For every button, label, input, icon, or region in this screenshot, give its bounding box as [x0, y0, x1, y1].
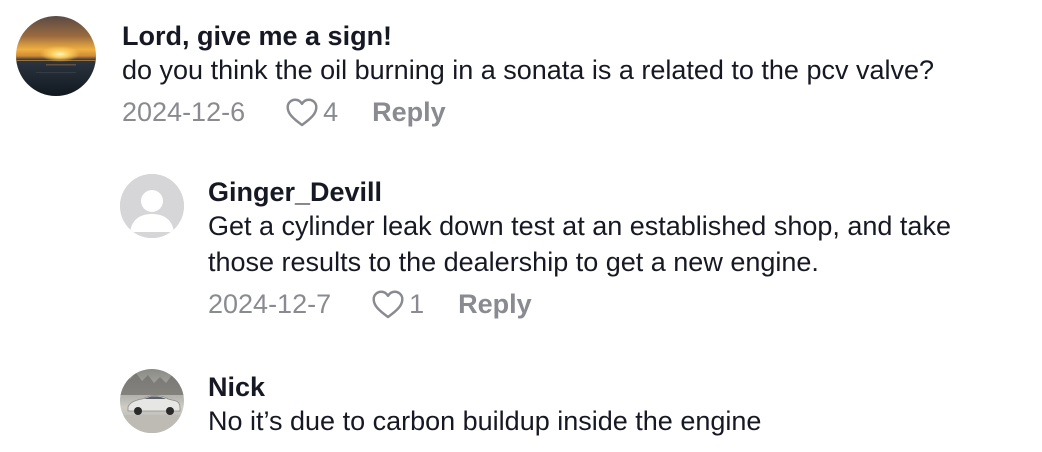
avatar[interactable] [16, 16, 96, 96]
sunset-avatar-icon [16, 16, 96, 96]
heart-icon [286, 98, 318, 127]
username[interactable]: Nick [208, 371, 761, 403]
default-user-icon [120, 174, 184, 238]
comment-text: do you think the oil burning in a sonata… [122, 55, 935, 85]
like-button[interactable]: 1 [371, 289, 424, 320]
comment-date: 2024-12-6 [122, 96, 246, 127]
username[interactable]: Lord, give me a sign! [122, 20, 934, 52]
username[interactable]: Ginger_Devill [208, 176, 951, 208]
comment-item: Lord, give me a sign! do you think the o… [16, 16, 934, 132]
comment-item: Nick No it’s due to carbon buildup insid… [120, 369, 761, 439]
car-avatar-icon [120, 369, 184, 433]
reply-button[interactable]: Reply [458, 289, 532, 320]
comment-meta: 2024-12-7 1 Reply [208, 284, 951, 324]
comment-item: Ginger_Devill Get a cylinder leak down t… [120, 174, 951, 324]
like-count: 1 [409, 288, 425, 319]
comment-text: No it’s due to carbon buildup inside the… [208, 406, 762, 436]
comment-meta: 2024-12-6 4 Reply [122, 92, 934, 132]
reply-button[interactable]: Reply [372, 97, 446, 128]
avatar[interactable] [120, 369, 184, 433]
comment-text: Get a cylinder leak down test at an esta… [208, 211, 951, 277]
comment-date: 2024-12-7 [208, 288, 332, 319]
like-count: 4 [323, 96, 339, 127]
heart-icon [372, 290, 404, 319]
avatar[interactable] [120, 174, 184, 238]
like-button[interactable]: 4 [285, 97, 338, 128]
